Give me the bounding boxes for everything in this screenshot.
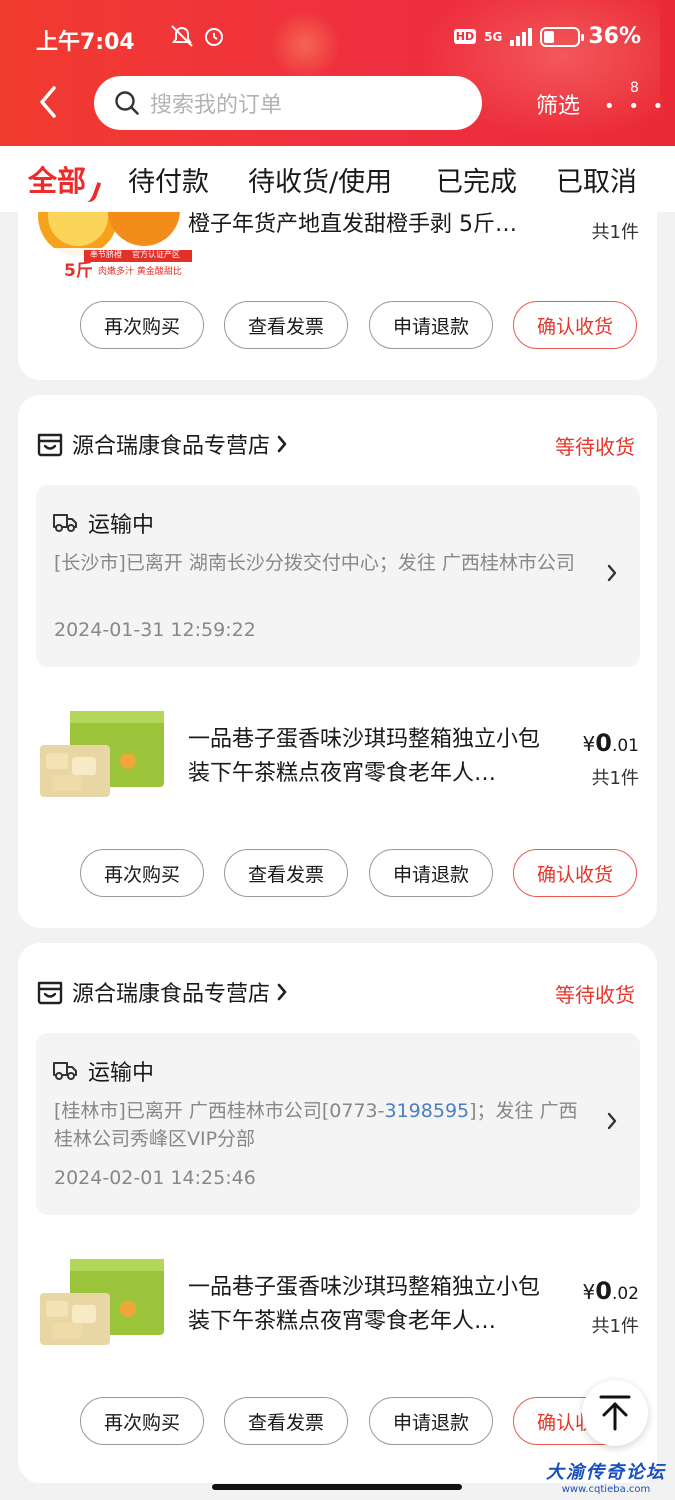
phone-link[interactable]: 3198595	[385, 1100, 470, 1122]
order-tabs: 全部 待付款 待收货/使用 已完成 已取消	[0, 146, 675, 212]
image-slogan: 肉嫩多汁 黄金酸甜比	[98, 267, 182, 277]
hd-badge: HD	[453, 29, 477, 44]
chevron-right-icon	[277, 435, 287, 453]
watermark-url: www.cqtieba.com	[561, 1484, 651, 1495]
tab-all[interactable]: 全部	[28, 158, 86, 200]
order-search-input[interactable]: 搜索我的订单	[94, 76, 482, 130]
product-price: ¥0.01	[583, 729, 639, 757]
shop-icon	[37, 981, 63, 1005]
chevron-right-icon	[277, 983, 287, 1001]
bell-muted-icon	[171, 25, 223, 47]
product-title[interactable]: 一品巷子蛋香味沙琪玛整箱独立小包装下午茶糕点夜宵零食老年人…	[188, 1271, 558, 1339]
view-invoice-button[interactable]: 查看发票	[224, 301, 348, 349]
status-bar: 上午7:04 HD 5G 36%	[36, 22, 641, 58]
refund-button[interactable]: 申请退款	[369, 301, 493, 349]
chevron-right-icon	[607, 1112, 617, 1130]
order-card: 源合瑞康食品专营店 等待收货 运输中 [长沙市]已离开 湖南长沙分拨交付中心；发…	[18, 395, 657, 928]
watermark-title: 大渝传奇论坛	[546, 1462, 666, 1483]
order-status: 等待收货	[555, 983, 635, 1007]
logistics-panel[interactable]: 运输中 [长沙市]已离开 湖南长沙分拨交付中心；发往 广西桂林市公司 2024-…	[36, 485, 640, 667]
mute-alarm-icons	[170, 24, 226, 54]
price-decimal: .02	[611, 1284, 639, 1304]
product-price: ¥0.02	[583, 1277, 639, 1305]
order-card: 奉节脐橙 官方认证产区 5斤 肉嫩多汁 黄金酸甜比 橙子年货产地直发甜橙手剥 5…	[18, 212, 657, 380]
signal-icon	[510, 27, 533, 46]
view-invoice-button[interactable]: 查看发票	[224, 1397, 348, 1445]
filter-button[interactable]: 筛选	[536, 88, 580, 120]
logistics-time: 2024-02-01 14:25:46	[54, 1167, 256, 1189]
price-currency: ¥	[582, 732, 596, 756]
price-currency: ¥	[582, 1280, 596, 1304]
rebuy-button[interactable]: 再次购买	[80, 301, 204, 349]
tab-completed[interactable]: 已完成	[436, 160, 517, 199]
watermark: 大渝传奇论坛 www.cqtieba.com	[546, 1458, 666, 1495]
image-badge-2: 官方认证产区	[132, 250, 180, 259]
logistics-description: [长沙市]已离开 湖南长沙分拨交付中心；发往 广西桂林市公司	[54, 549, 584, 577]
logistics-panel[interactable]: 运输中 [桂林市]已离开 广西桂林市公司[0773-3198595]；发往 广西…	[36, 1033, 640, 1215]
tab-cancelled[interactable]: 已取消	[556, 160, 637, 199]
logistics-title: 运输中	[88, 1061, 155, 1086]
tab-pending-payment[interactable]: 待付款	[128, 160, 209, 199]
logistics-text: [桂林市]已离开 广西桂林市公司[0773-	[54, 1100, 385, 1122]
tab-pending-receipt[interactable]: 待收货/使用	[248, 160, 392, 199]
product-image[interactable]: 奉节脐橙 官方认证产区 5斤 肉嫩多汁 黄金酸甜比	[36, 212, 192, 278]
product-image[interactable]	[40, 1253, 168, 1353]
network-type: 5G	[484, 29, 503, 44]
product-title[interactable]: 一品巷子蛋香味沙琪玛整箱独立小包装下午茶糕点夜宵零食老年人…	[188, 723, 558, 791]
chevron-right-icon	[607, 564, 617, 582]
product-quantity: 共1件	[591, 222, 639, 243]
shop-name: 源合瑞康食品专营店	[72, 434, 271, 459]
status-time: 上午7:04	[36, 30, 135, 55]
arrow-up-icon	[599, 1395, 631, 1431]
shop-link[interactable]: 源合瑞康食品专营店	[36, 427, 288, 461]
search-placeholder: 搜索我的订单	[150, 93, 283, 118]
back-to-top-button[interactable]	[582, 1380, 648, 1446]
logistics-time: 2024-01-31 12:59:22	[54, 619, 256, 641]
refund-button[interactable]: 申请退款	[369, 1397, 493, 1445]
home-indicator[interactable]	[212, 1484, 462, 1490]
status-right: HD 5G 36%	[453, 24, 641, 49]
shop-link[interactable]: 源合瑞康食品专营店	[36, 975, 288, 1009]
rebuy-button[interactable]: 再次购买	[80, 849, 204, 897]
truck-icon	[53, 1062, 77, 1080]
price-decimal: .01	[611, 736, 639, 756]
view-invoice-button[interactable]: 查看发票	[224, 849, 348, 897]
logistics-text: [长沙市]已离开 湖南长沙分拨交付中心；发往 广西桂林市公司	[54, 552, 575, 574]
product-quantity: 共1件	[591, 1316, 639, 1337]
refund-button[interactable]: 申请退款	[369, 849, 493, 897]
confirm-receipt-button[interactable]: 确认收货	[513, 301, 637, 349]
order-status: 等待收货	[555, 435, 635, 459]
shop-name: 源合瑞康食品专营店	[72, 982, 271, 1007]
price-integer: 0	[595, 729, 612, 757]
more-icon[interactable]: • • •	[604, 96, 667, 117]
logistics-description: [桂林市]已离开 广西桂林市公司[0773-3198595]；发往 广西桂林公司…	[54, 1097, 584, 1153]
product-quantity: 共1件	[591, 768, 639, 789]
back-button[interactable]	[34, 84, 64, 120]
battery-icon	[540, 26, 585, 47]
chevron-left-icon	[40, 86, 56, 118]
more-badge: 8	[630, 80, 639, 96]
app-header: 上午7:04 HD 5G 36% 搜索我的订单 筛选 • • • 8	[0, 0, 675, 146]
shop-icon	[37, 433, 63, 457]
confirm-receipt-button[interactable]: 确认收货	[513, 849, 637, 897]
logistics-title: 运输中	[88, 513, 155, 538]
product-image[interactable]	[40, 705, 168, 805]
battery-percent: 36%	[588, 24, 641, 49]
image-badge-1: 奉节脐橙	[90, 250, 122, 259]
search-icon	[115, 91, 139, 115]
price-integer: 0	[595, 1277, 612, 1305]
rebuy-button[interactable]: 再次购买	[80, 1397, 204, 1445]
order-card: 源合瑞康食品专营店 等待收货 运输中 [桂林市]已离开 广西桂林市公司[0773…	[18, 943, 657, 1483]
truck-icon	[53, 514, 77, 532]
image-weight: 5斤	[64, 261, 93, 278]
product-title[interactable]: 橙子年货产地直发甜橙手剥 5斤…	[188, 212, 558, 242]
